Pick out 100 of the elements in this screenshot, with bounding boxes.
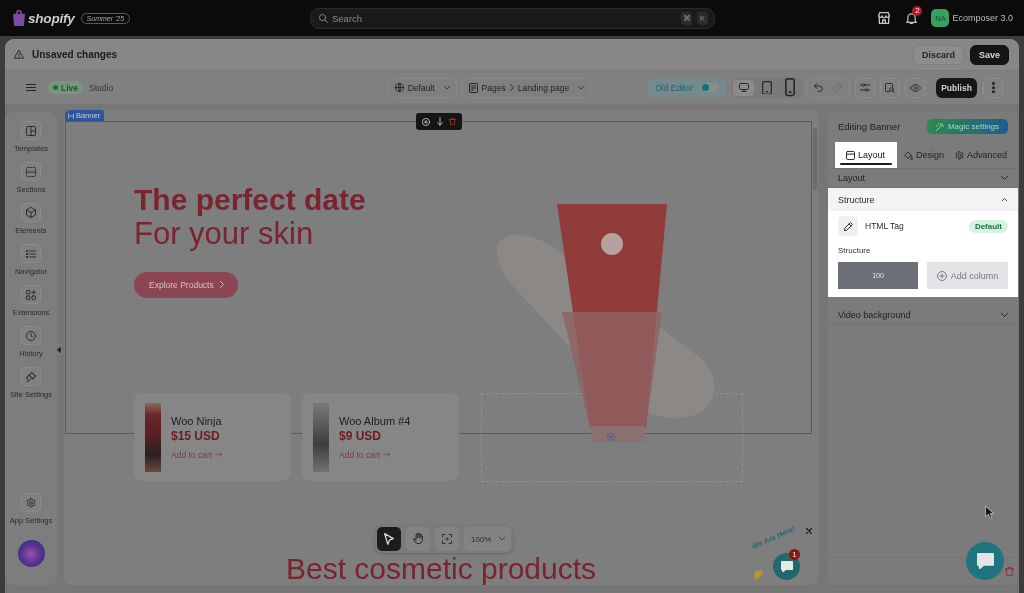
- eye-icon: [909, 83, 921, 92]
- locale-dropdown[interactable]: Default: [387, 77, 457, 98]
- monitor-icon: [738, 83, 749, 92]
- plus-circle-icon: [936, 270, 947, 281]
- account-name[interactable]: Ecomposer 3.0: [952, 13, 1013, 23]
- caret-icon: [578, 85, 585, 90]
- scrollbar-thumb: [813, 128, 817, 190]
- inspect-button[interactable]: [880, 77, 900, 98]
- add-column-button[interactable]: Add column: [927, 262, 1008, 289]
- cube-icon: [21, 203, 41, 222]
- avatar[interactable]: [17, 540, 45, 567]
- tab[interactable]: Advanced: [951, 142, 1012, 168]
- discard-button[interactable]: Discard: [912, 44, 964, 65]
- section-heading: Best cosmetic products: [285, 552, 597, 585]
- layout-grid-icon: [21, 121, 41, 140]
- sliders-icon: [860, 83, 870, 92]
- toggle-switch[interactable]: [701, 83, 719, 92]
- panel-title: Editing Banner: [838, 121, 901, 132]
- product-photo: [145, 402, 161, 472]
- list-icon: [21, 244, 41, 263]
- brush-icon: [21, 367, 41, 386]
- add-to-cart-link[interactable]: Add to cart: [339, 448, 411, 461]
- tablet-icon: [761, 80, 772, 95]
- save-button[interactable]: Save: [969, 44, 1009, 65]
- page-icon: [468, 82, 478, 93]
- gear-icon: [21, 493, 41, 512]
- mode-label[interactable]: Studio: [89, 82, 114, 93]
- zoom-dropdown[interactable]: 100%: [464, 527, 512, 551]
- inspect-icon: [885, 82, 895, 93]
- field-label: HTML Tag: [865, 221, 904, 231]
- page-selector[interactable]: Pages Landing page: [461, 77, 592, 98]
- chat-icon: [976, 552, 994, 570]
- tool-button[interactable]: [377, 527, 401, 551]
- field-label: Structure: [838, 246, 871, 256]
- bell-icon[interactable]: [906, 11, 918, 25]
- clock-icon: [21, 326, 41, 345]
- dashed-rows-icon: [21, 162, 41, 181]
- product-photo: [313, 402, 329, 472]
- section-header[interactable]: Layout: [828, 169, 1018, 187]
- arrow-down-icon[interactable]: [436, 117, 443, 126]
- breadcrumb-item: Pages: [481, 82, 506, 93]
- more-icon: [991, 81, 995, 94]
- caret-icon: [443, 85, 450, 90]
- magic-wand-icon: [935, 122, 944, 131]
- arrow-right-icon: [215, 452, 223, 457]
- pointer-icon: [384, 533, 394, 545]
- mouse-pointer-icon: [985, 506, 994, 520]
- more-button[interactable]: [983, 77, 1003, 98]
- subheadline: For your skin: [134, 217, 314, 251]
- headline: The perfect date: [134, 183, 366, 217]
- product-name: Woo Ninja: [171, 413, 223, 428]
- status-dot-icon: [53, 85, 58, 90]
- chat-button[interactable]: [773, 553, 800, 580]
- phone-icon: [784, 78, 795, 97]
- add-to-cart-link[interactable]: Add to cart: [171, 448, 223, 461]
- product-price: $15 USD: [171, 428, 221, 444]
- tab[interactable]: Layout: [835, 142, 898, 168]
- paint-bucket-icon: [904, 150, 914, 160]
- chevron-right-icon: [219, 281, 224, 289]
- caret-icon: [499, 537, 506, 541]
- undo-icon: [814, 83, 823, 92]
- waving-hand-icon: [753, 569, 764, 580]
- shopping-bag-icon: [13, 9, 25, 27]
- tab[interactable]: Design: [900, 142, 949, 168]
- shapes-icon: [21, 285, 41, 304]
- explore-button[interactable]: Explore Products: [134, 272, 238, 298]
- pencil-icon[interactable]: [838, 216, 858, 236]
- device-button[interactable]: [733, 79, 754, 96]
- warning-icon: [14, 49, 24, 60]
- caret-left-icon[interactable]: [56, 344, 62, 355]
- close-icon[interactable]: [806, 528, 812, 534]
- magic-settings-button[interactable]: Magic settings: [927, 119, 1008, 134]
- layout-icon: [846, 150, 855, 160]
- preview-button[interactable]: [905, 77, 925, 98]
- notification-badge: 2: [912, 5, 923, 16]
- fit-screen-icon: [442, 534, 452, 544]
- search-field[interactable]: Search: [332, 12, 676, 24]
- globe-icon: [394, 83, 404, 92]
- html-tag-value: Default: [968, 219, 1008, 233]
- settings-button[interactable]: [855, 77, 875, 98]
- section-header[interactable]: Structure: [828, 188, 1018, 211]
- arrow-right-icon: [383, 452, 391, 457]
- gear-icon: [955, 150, 965, 160]
- product-price: $9 USD: [339, 428, 383, 444]
- hand-icon: [413, 533, 423, 545]
- status-text: Live: [61, 82, 78, 93]
- search-icon: [319, 13, 328, 23]
- breadcrumb-item: Landing page: [517, 82, 570, 93]
- store-icon[interactable]: [878, 12, 891, 24]
- chevron-right-icon: [509, 83, 514, 92]
- publish-button[interactable]: Publish: [936, 77, 977, 98]
- section-header[interactable]: Video background: [828, 306, 1018, 324]
- product-name: Woo Album #4: [339, 413, 411, 428]
- menu-icon[interactable]: [26, 84, 36, 91]
- notification-badge: 1: [789, 549, 800, 560]
- chat-icon: [780, 560, 793, 573]
- trash-icon[interactable]: [449, 118, 456, 125]
- chat-button[interactable]: [966, 542, 1004, 580]
- columns-icon: [68, 112, 74, 119]
- brand-name: shopify: [28, 10, 75, 26]
